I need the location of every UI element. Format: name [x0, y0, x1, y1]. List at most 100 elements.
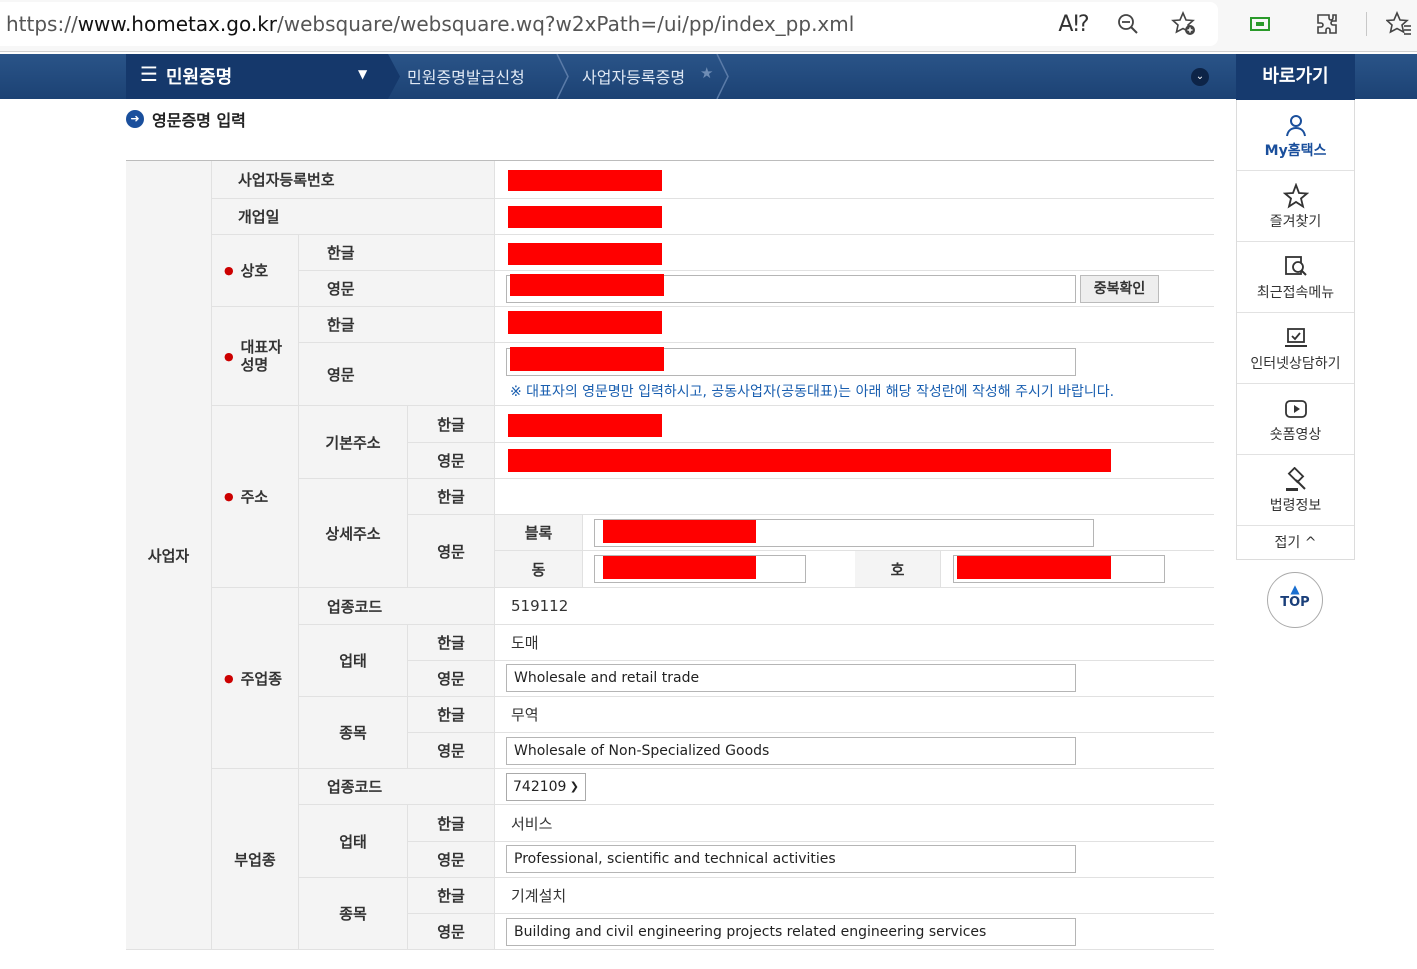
label-rep-name: ● 대표자 성명: [212, 307, 299, 406]
section-title: ➜ 영문증명 입력: [126, 108, 246, 130]
value-sub-item-kr: 기계설치: [495, 878, 1214, 914]
chevron-down-icon: ❯: [569, 780, 579, 793]
url-path: /websquare/websquare.wq?w2xPath=/ui/pp/i…: [277, 12, 855, 36]
redacted-block: [508, 243, 662, 265]
label-korean: 한글: [408, 406, 495, 443]
person-icon: [1285, 115, 1306, 137]
quick-links-header[interactable]: 바로가기: [1236, 54, 1355, 100]
redacted-block: [957, 556, 1111, 579]
zoom-out-icon[interactable]: [1112, 8, 1144, 40]
main-item-en-input[interactable]: Wholesale of Non-Specialized Goods: [506, 737, 1076, 765]
label-address: ● 주소: [212, 406, 299, 588]
redacted-block: [510, 347, 664, 371]
value-sub-code: [495, 769, 1214, 805]
label-english: 영문: [299, 271, 495, 307]
favorites-icon[interactable]: [1383, 8, 1415, 40]
label-english: 영문: [408, 661, 495, 697]
hamburger-icon: ☰: [140, 62, 158, 86]
sub-item-en-input[interactable]: Building and civil engineering projects …: [506, 918, 1076, 946]
value-main-code: 519112: [495, 588, 1214, 625]
label-english: 영문: [299, 343, 495, 406]
sub-type-en-input[interactable]: Professional, scientific and technical a…: [506, 845, 1076, 873]
extensions-icon[interactable]: [1311, 8, 1343, 40]
label-korean: 한글: [408, 625, 495, 661]
caret-down-icon: ▼: [358, 67, 368, 81]
star-icon[interactable]: ★: [700, 64, 713, 82]
quick-item-law-info[interactable]: 법령정보: [1237, 455, 1354, 526]
rep-name-note: ※ 대표자의 영문명만 입력하시고, 공동사업자(공동대표)는 아래 해당 작성…: [510, 384, 1115, 400]
quick-links-panel: My홈택스 즐겨찾기 최근접속메뉴 인터넷상담하기 숏폼영상 법령정보 접기 ^: [1236, 100, 1355, 560]
breadcrumb-item-1[interactable]: 민원증명발급신청: [407, 64, 525, 88]
label-korean: 한글: [299, 235, 495, 271]
quick-item-recent-menu[interactable]: 최근접속메뉴: [1237, 242, 1354, 313]
label-sub-industry: 부업종: [212, 769, 299, 950]
label-biz-item: 종목: [299, 878, 408, 950]
label-basic-address: 기본주소: [299, 406, 408, 479]
arrow-right-icon: ➜: [126, 110, 144, 128]
label-biz-item: 종목: [299, 697, 408, 769]
redacted-block: [508, 414, 662, 437]
quick-item-short-video[interactable]: 숏폼영상: [1237, 384, 1354, 455]
url-prefix: https://: [6, 12, 78, 36]
label-dong: 동: [495, 551, 583, 588]
screen-cast-icon[interactable]: [1244, 8, 1276, 40]
star-icon: [1282, 183, 1309, 209]
redacted-block: [510, 274, 664, 296]
label-korean: 한글: [408, 878, 495, 914]
redacted-block: [508, 311, 662, 334]
video-play-icon: [1284, 400, 1307, 418]
breadcrumb-separator: [386, 54, 400, 99]
duplicate-check-button[interactable]: 중복확인: [1080, 275, 1159, 303]
arrow-up-icon: ▲: [1290, 582, 1300, 596]
breadcrumb-item-2[interactable]: 사업자등록증명: [582, 64, 685, 88]
label-ho: 호: [855, 551, 941, 588]
label-english: 영문: [408, 515, 495, 588]
quick-item-myhometax[interactable]: My홈택스: [1237, 100, 1354, 171]
redacted-block: [508, 449, 1111, 472]
menu-dropdown[interactable]: ☰ 민원증명 ▼: [126, 54, 388, 99]
label-english: 영문: [408, 443, 495, 479]
redacted-block: [603, 520, 756, 543]
redacted-block: [508, 206, 662, 228]
label-english: 영문: [408, 733, 495, 769]
laptop-icon: [1284, 328, 1307, 347]
fold-button[interactable]: 접기 ^: [1237, 527, 1354, 559]
section-title-text: 영문증명 입력: [152, 111, 246, 130]
read-aloud-icon[interactable]: A⁉: [1058, 8, 1090, 40]
label-open-date: 개업일: [212, 199, 495, 235]
value-sub-type-kr: 서비스: [495, 805, 1214, 842]
address-bar[interactable]: https://www.hometax.go.kr/websquare/webs…: [0, 2, 1218, 46]
gavel-icon: [1285, 467, 1306, 491]
value-main-type-kr: 도매: [495, 625, 1214, 661]
recent-search-icon: [1284, 256, 1307, 276]
label-industry-code: 업종코드: [299, 769, 495, 805]
group-label: 사업자: [126, 161, 212, 950]
label-english: 영문: [408, 842, 495, 878]
value-detail-addr-kr: [495, 479, 1214, 515]
scroll-top-button[interactable]: ▲ TOP: [1267, 572, 1323, 628]
url-domain: www.hometax.go.kr: [77, 12, 278, 36]
redacted-block: [508, 170, 662, 191]
label-main-industry: ● 주업종: [212, 588, 299, 769]
label-korean: 한글: [408, 479, 495, 515]
label-korean: 한글: [299, 307, 495, 343]
label-trade-name: ● 상호: [212, 235, 299, 307]
value-main-item-kr: 무역: [495, 697, 1214, 733]
label-korean: 한글: [408, 697, 495, 733]
quick-item-favorites[interactable]: 즐겨찾기: [1237, 171, 1354, 242]
label-biz-no: 사업자등록번호: [212, 161, 495, 199]
quick-item-online-consult[interactable]: 인터넷상담하기: [1237, 313, 1354, 384]
sub-code-select[interactable]: 742109 ❯: [506, 773, 586, 801]
chevron-down-icon[interactable]: ⌄: [1191, 68, 1209, 86]
label-korean: 한글: [408, 805, 495, 842]
label-detail-address: 상세주소: [299, 479, 408, 588]
breadcrumb-separator: [716, 53, 730, 100]
add-favorite-icon[interactable]: [1168, 8, 1200, 40]
label-biz-type: 업태: [299, 625, 408, 697]
label-block: 블록: [495, 515, 583, 551]
main-type-en-input[interactable]: Wholesale and retail trade: [506, 664, 1076, 692]
browser-toolbar: https://www.hometax.go.kr/websquare/webs…: [0, 0, 1417, 52]
label-industry-code: 업종코드: [299, 588, 495, 625]
redacted-block: [603, 556, 756, 579]
breadcrumb-separator: [556, 53, 570, 100]
